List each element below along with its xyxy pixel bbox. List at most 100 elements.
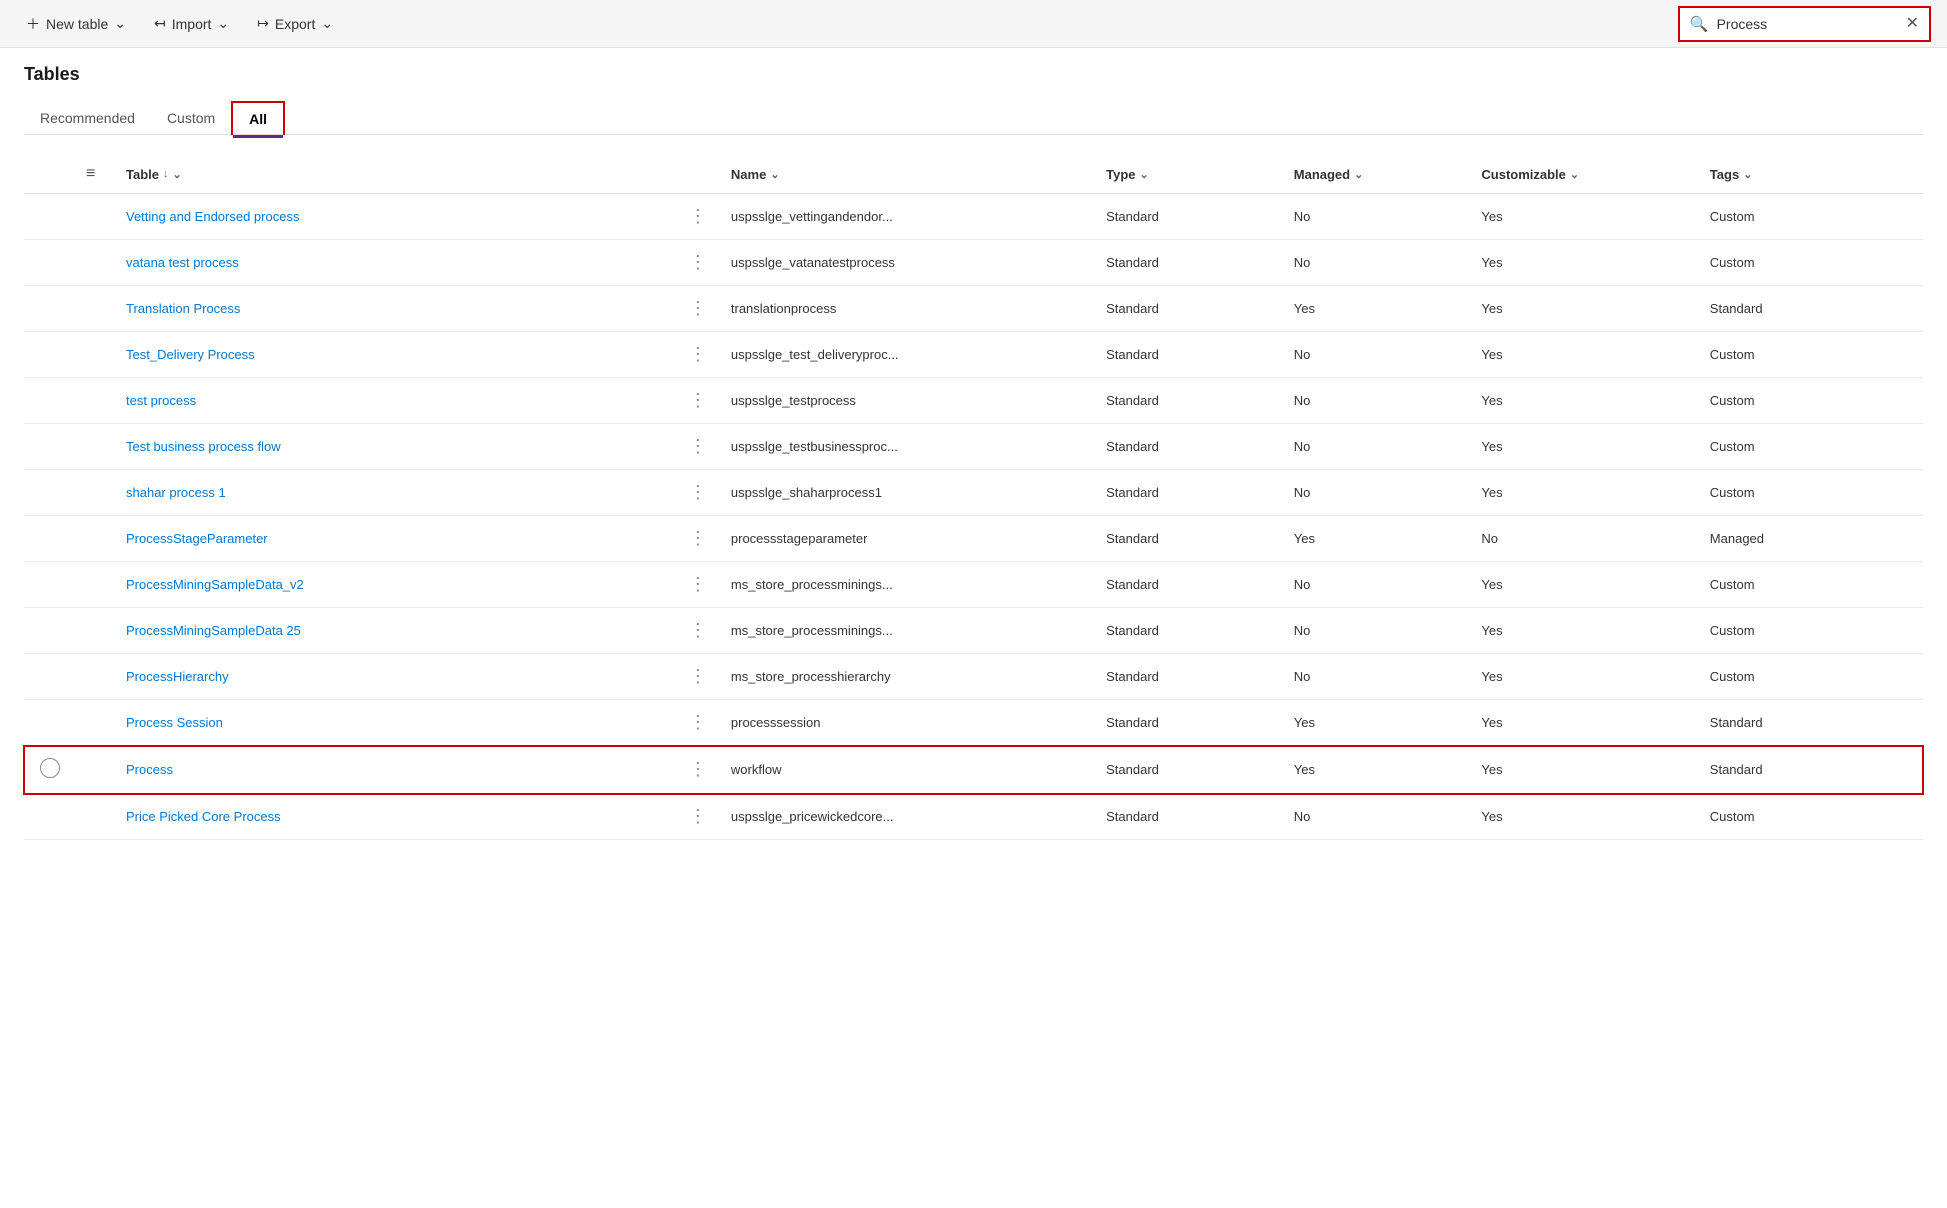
row-icon-cell xyxy=(74,654,114,700)
th-type[interactable]: Type ⌄ xyxy=(1094,155,1282,194)
row-table-name[interactable]: ProcessStageParameter xyxy=(114,516,677,562)
row-table-name[interactable]: ProcessMiningSampleData_v2 xyxy=(114,562,677,608)
row-table-name[interactable]: Vetting and Endorsed process xyxy=(114,194,677,240)
row-customizable: Yes xyxy=(1469,378,1697,424)
table-row[interactable]: shahar process 1⋮uspsslge_shaharprocess1… xyxy=(24,470,1923,516)
row-table-name[interactable]: ProcessMiningSampleData 25 xyxy=(114,608,677,654)
row-radio[interactable] xyxy=(40,758,60,778)
table-row[interactable]: vatana test process⋮uspsslge_vatanatestp… xyxy=(24,240,1923,286)
row-tags: Custom xyxy=(1698,608,1923,654)
tab-all[interactable]: All xyxy=(231,101,285,135)
row-api-name: workflow xyxy=(719,746,1094,794)
search-input[interactable] xyxy=(1717,16,1898,32)
row-customizable: No xyxy=(1469,516,1697,562)
import-button[interactable]: ↤ Import ⌄ xyxy=(144,9,239,38)
table-name-link[interactable]: Process Session xyxy=(126,715,223,730)
import-label: Import xyxy=(172,16,212,32)
table-header-row: ≡ Table ↓ ⌄ Name ⌄ xyxy=(24,155,1923,194)
th-managed[interactable]: Managed ⌄ xyxy=(1282,155,1470,194)
table-name-link[interactable]: Test business process flow xyxy=(126,439,281,454)
row-table-name[interactable]: Process xyxy=(114,746,677,794)
table-name-link[interactable]: shahar process 1 xyxy=(126,485,226,500)
new-table-button[interactable]: ＋ New table ⌄ xyxy=(16,8,136,40)
row-table-name[interactable]: Test_Delivery Process xyxy=(114,332,677,378)
table-name-link[interactable]: Process xyxy=(126,762,173,777)
table-name-link[interactable]: Test_Delivery Process xyxy=(126,347,255,362)
row-managed: No xyxy=(1282,194,1470,240)
table-row[interactable]: ProcessMiningSampleData 25 ⋮ms_store_proc… xyxy=(24,608,1923,654)
chevron-icon-tags: ⌄ xyxy=(1743,168,1752,181)
th-tags[interactable]: Tags ⌄ xyxy=(1698,155,1923,194)
row-context-menu[interactable]: ⋮ xyxy=(677,654,719,700)
row-checkbox-cell xyxy=(24,378,74,424)
row-table-name[interactable]: test process xyxy=(114,378,677,424)
row-checkbox-cell xyxy=(24,332,74,378)
row-context-menu[interactable]: ⋮ xyxy=(677,424,719,470)
row-managed: Yes xyxy=(1282,286,1470,332)
row-context-menu[interactable]: ⋮ xyxy=(677,700,719,746)
row-table-name[interactable]: shahar process 1 xyxy=(114,470,677,516)
table-name-link[interactable]: Translation Process xyxy=(126,301,240,316)
row-table-name[interactable]: ProcessHierarchy xyxy=(114,654,677,700)
row-context-menu[interactable]: ⋮ xyxy=(677,608,719,654)
th-name[interactable]: Name ⌄ xyxy=(719,155,1094,194)
row-context-menu[interactable]: ⋮ xyxy=(677,794,719,840)
tab-custom[interactable]: Custom xyxy=(151,101,231,134)
table-name-link[interactable]: Vetting and Endorsed process xyxy=(126,209,299,224)
table-row[interactable]: ProcessMiningSampleData_v2⋮ms_store_proc… xyxy=(24,562,1923,608)
row-api-name: ms_store_processminings... xyxy=(719,608,1094,654)
row-managed: No xyxy=(1282,470,1470,516)
row-context-menu[interactable]: ⋮ xyxy=(677,378,719,424)
row-icon-cell xyxy=(74,562,114,608)
export-button[interactable]: ↦ Export ⌄ xyxy=(247,9,343,38)
table-row[interactable]: Test business process flow⋮uspsslge_test… xyxy=(24,424,1923,470)
row-context-menu[interactable]: ⋮ xyxy=(677,470,719,516)
table-row[interactable]: ProcessStageParameter⋮processstageparame… xyxy=(24,516,1923,562)
table-name-link[interactable]: ProcessMiningSampleData 25 xyxy=(126,623,301,638)
row-tags: Managed xyxy=(1698,516,1923,562)
row-managed: No xyxy=(1282,562,1470,608)
row-customizable: Yes xyxy=(1469,470,1697,516)
row-table-name[interactable]: vatana test process xyxy=(114,240,677,286)
row-type: Standard xyxy=(1094,470,1282,516)
main-content: Tables Recommended Custom All ≡ Table ↓ xyxy=(0,48,1947,856)
row-type: Standard xyxy=(1094,700,1282,746)
table-name-link[interactable]: Price Picked Core Process xyxy=(126,809,281,824)
row-context-menu[interactable]: ⋮ xyxy=(677,746,719,794)
table-name-link[interactable]: ProcessStageParameter xyxy=(126,531,268,546)
list-view-icon[interactable]: ≡ xyxy=(86,165,95,182)
table-row[interactable]: Process⋮workflowStandardYesYesStandard xyxy=(24,746,1923,794)
row-tags: Standard xyxy=(1698,286,1923,332)
th-list-icon: ≡ xyxy=(74,155,114,194)
table-name-link[interactable]: ProcessMiningSampleData_v2 xyxy=(126,577,304,592)
row-table-name[interactable]: Process Session xyxy=(114,700,677,746)
search-clear-button[interactable]: ✕ xyxy=(1906,16,1919,32)
th-customizable[interactable]: Customizable ⌄ xyxy=(1469,155,1697,194)
row-table-name[interactable]: Translation Process xyxy=(114,286,677,332)
th-table[interactable]: Table ↓ ⌄ xyxy=(114,155,677,194)
row-table-name[interactable]: Test business process flow xyxy=(114,424,677,470)
table-name-link[interactable]: ProcessHierarchy xyxy=(126,669,229,684)
table-name-link[interactable]: test process xyxy=(126,393,196,408)
row-managed: No xyxy=(1282,654,1470,700)
row-context-menu[interactable]: ⋮ xyxy=(677,516,719,562)
table-row[interactable]: Process Session⋮processsessionStandardYe… xyxy=(24,700,1923,746)
row-type: Standard xyxy=(1094,424,1282,470)
table-row[interactable]: Translation Process⋮translationprocessSt… xyxy=(24,286,1923,332)
row-context-menu[interactable]: ⋮ xyxy=(677,286,719,332)
row-context-menu[interactable]: ⋮ xyxy=(677,240,719,286)
table-row[interactable]: Test_Delivery Process⋮uspsslge_test_deli… xyxy=(24,332,1923,378)
table-row[interactable]: Vetting and Endorsed process⋮uspsslge_ve… xyxy=(24,194,1923,240)
row-context-menu[interactable]: ⋮ xyxy=(677,332,719,378)
row-table-name[interactable]: Price Picked Core Process xyxy=(114,794,677,840)
table-name-link[interactable]: vatana test process xyxy=(126,255,239,270)
row-tags: Custom xyxy=(1698,332,1923,378)
tab-recommended[interactable]: Recommended xyxy=(24,101,151,134)
row-context-menu[interactable]: ⋮ xyxy=(677,562,719,608)
table-row[interactable]: test process⋮uspsslge_testprocessStandar… xyxy=(24,378,1923,424)
sort-icon: ↓ xyxy=(163,168,169,180)
chevron-down-icon: ⌄ xyxy=(114,15,126,32)
row-context-menu[interactable]: ⋮ xyxy=(677,194,719,240)
table-row[interactable]: ProcessHierarchy⋮ms_store_processhierarc… xyxy=(24,654,1923,700)
table-row[interactable]: Price Picked Core Process⋮uspsslge_price… xyxy=(24,794,1923,840)
